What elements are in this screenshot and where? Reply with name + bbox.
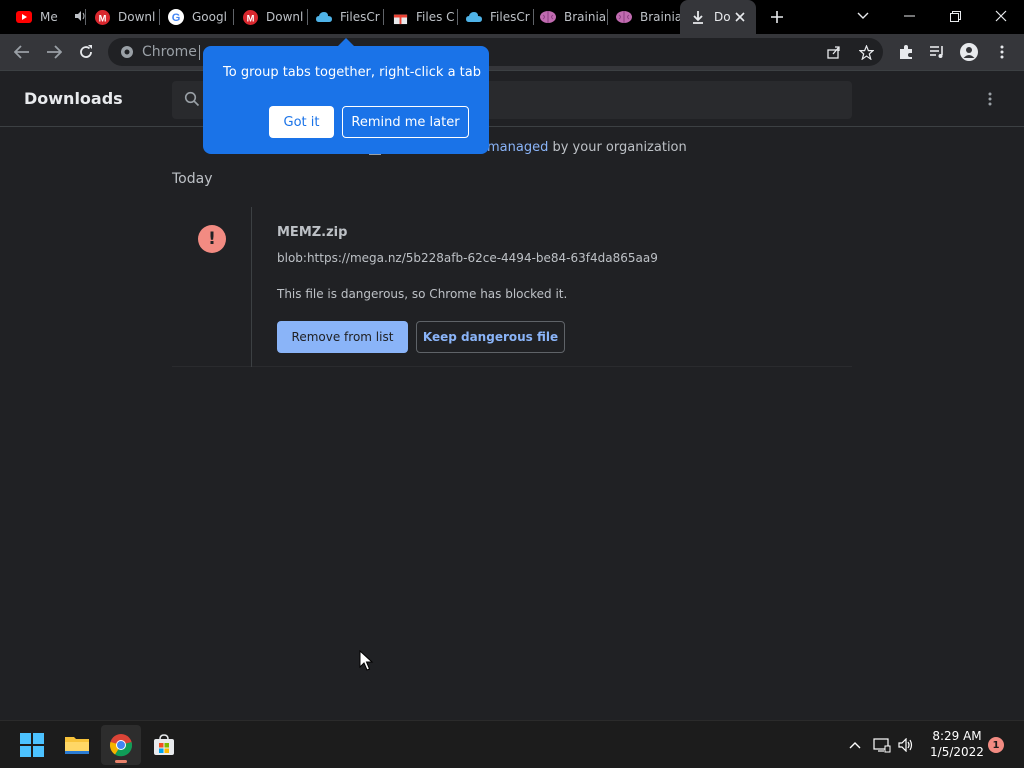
restore-button[interactable] bbox=[932, 0, 978, 32]
tab-mega-1[interactable]: M Downl bbox=[84, 0, 160, 34]
new-tab-button[interactable] bbox=[766, 6, 788, 28]
show-hidden-icons-chevron-icon[interactable] bbox=[845, 735, 865, 755]
media-control-icon[interactable] bbox=[925, 41, 949, 63]
bookmark-star-icon[interactable] bbox=[854, 41, 878, 63]
windows-taskbar: 8:29 AM 1/5/2022 1 bbox=[0, 720, 1024, 768]
clock-date: 1/5/2022 bbox=[930, 745, 984, 759]
close-tab-icon[interactable] bbox=[732, 9, 748, 25]
downloads-header: Downloads bbox=[0, 71, 1024, 127]
tab-files-c[interactable]: Files C bbox=[382, 0, 458, 34]
minimize-button[interactable] bbox=[886, 0, 932, 32]
cloud-icon bbox=[316, 9, 332, 25]
tab-filescr-1[interactable]: FilesCr bbox=[306, 0, 384, 34]
got-it-button[interactable]: Got it bbox=[269, 106, 334, 138]
promo-text: To group tabs together, right-click a ta… bbox=[223, 65, 482, 80]
brain-icon bbox=[540, 9, 556, 25]
svg-text:M: M bbox=[98, 13, 106, 23]
tab-mega-2[interactable]: M Downl bbox=[232, 0, 308, 34]
file-explorer-icon[interactable] bbox=[57, 725, 97, 765]
tab-youtube[interactable]: Me bbox=[6, 0, 86, 34]
tab-groups-promo-bubble: To group tabs together, right-click a ta… bbox=[203, 46, 489, 154]
remove-from-list-button[interactable]: Remove from list bbox=[277, 321, 408, 353]
download-status: This file is dangerous, so Chrome has bl… bbox=[277, 287, 568, 301]
download-source-url[interactable]: blob:https://mega.nz/5b228afb-62ce-4494-… bbox=[277, 251, 658, 265]
close-window-button[interactable] bbox=[978, 0, 1024, 32]
managed-link[interactable]: managed bbox=[487, 140, 548, 155]
address-text: Chrome bbox=[142, 44, 197, 60]
reload-button[interactable] bbox=[74, 41, 98, 63]
mega-icon: M bbox=[94, 9, 110, 25]
start-button[interactable] bbox=[12, 725, 52, 765]
microsoft-store-icon[interactable] bbox=[144, 725, 184, 765]
download-item-card: ! MEMZ.zip blob:https://mega.nz/5b228afb… bbox=[172, 207, 852, 367]
network-icon[interactable] bbox=[872, 735, 892, 755]
danger-warning-icon: ! bbox=[198, 225, 226, 253]
running-indicator bbox=[115, 760, 127, 763]
clock-time: 8:29 AM bbox=[932, 729, 982, 743]
chrome-taskbar-icon[interactable] bbox=[101, 725, 141, 765]
browser-toolbar: Chrome bbox=[0, 34, 1024, 71]
remind-me-later-button[interactable]: Remind me later bbox=[342, 106, 469, 138]
download-filename: MEMZ.zip bbox=[277, 225, 348, 240]
gift-icon bbox=[392, 9, 408, 25]
svg-text:G: G bbox=[172, 12, 181, 24]
brain-icon bbox=[616, 9, 632, 25]
tab-google[interactable]: G Googl bbox=[158, 0, 234, 34]
forward-button[interactable] bbox=[42, 41, 66, 63]
extensions-icon[interactable] bbox=[894, 41, 918, 63]
back-button[interactable] bbox=[10, 41, 34, 63]
page-title: Downloads bbox=[24, 89, 123, 108]
tab-search-button[interactable] bbox=[840, 0, 886, 32]
tab-brainia-1[interactable]: Brainia bbox=[530, 0, 608, 34]
tab-downloads[interactable]: Do bbox=[680, 0, 756, 34]
svg-text:M: M bbox=[246, 13, 254, 23]
tab-brainia-2[interactable]: Brainia bbox=[606, 0, 682, 34]
address-separator bbox=[199, 45, 200, 60]
download-icon bbox=[690, 9, 706, 25]
date-section-heading: Today bbox=[172, 171, 213, 187]
downloads-menu-icon[interactable] bbox=[980, 89, 1000, 109]
tab-strip: Me M Downl G Googl M Downl FilesCr Files… bbox=[0, 0, 1024, 34]
share-icon[interactable] bbox=[822, 41, 846, 63]
mouse-pointer-icon bbox=[359, 649, 375, 672]
chrome-menu-icon[interactable] bbox=[990, 41, 1014, 63]
google-icon: G bbox=[168, 9, 184, 25]
volume-icon[interactable] bbox=[896, 735, 916, 755]
notification-badge[interactable]: 1 bbox=[988, 737, 1004, 753]
tab-filescr-2[interactable]: FilesCr bbox=[456, 0, 534, 34]
youtube-icon bbox=[16, 9, 32, 25]
search-icon[interactable] bbox=[184, 91, 202, 109]
chrome-site-icon[interactable] bbox=[120, 44, 136, 60]
managed-text: by your organization bbox=[548, 140, 687, 155]
mega-icon: M bbox=[242, 9, 258, 25]
profile-avatar-icon[interactable] bbox=[957, 41, 981, 63]
cloud-icon bbox=[466, 9, 482, 25]
download-item-icon-column: ! bbox=[172, 207, 252, 367]
taskbar-clock[interactable]: 8:29 AM 1/5/2022 bbox=[920, 728, 994, 760]
keep-dangerous-file-button[interactable]: Keep dangerous file bbox=[416, 321, 565, 353]
